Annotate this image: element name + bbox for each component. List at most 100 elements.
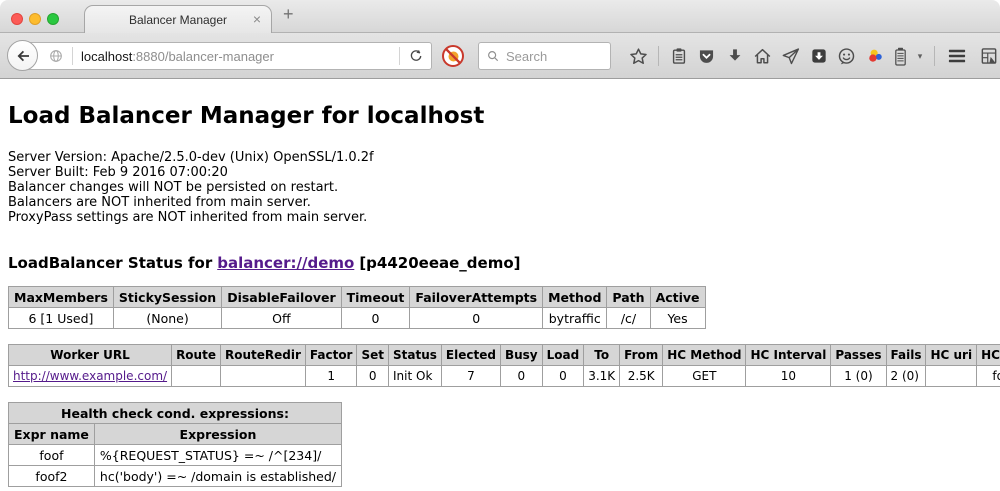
column-header: Elected (441, 345, 500, 366)
minimize-window-button[interactable] (29, 13, 41, 25)
column-header: Worker URL (9, 345, 172, 366)
column-header: Fails (886, 345, 926, 366)
battery-icon[interactable] (892, 45, 908, 67)
downloads-icon[interactable] (724, 45, 745, 67)
search-icon (486, 49, 500, 63)
tab-bar: Balancer Manager × + (0, 0, 1000, 33)
column-header: Expression (94, 424, 341, 445)
colorful-dots-icon[interactable] (864, 45, 885, 67)
search-input[interactable] (506, 49, 603, 64)
table-cell (172, 366, 221, 387)
column-header: Route (172, 345, 221, 366)
table-cell: 2.5K (620, 366, 663, 387)
table-cell: Off (222, 308, 341, 329)
url-path: :8880/balancer-manager (132, 49, 274, 64)
page-content: Load Balancer Manager for localhost Serv… (0, 79, 1000, 490)
table-cell (926, 366, 977, 387)
column-header: Active (650, 287, 705, 308)
new-tab-button[interactable]: + (283, 4, 294, 25)
worker-url-link[interactable]: http://www.example.com/ (13, 369, 167, 383)
dropdown-caret-icon[interactable]: ▾ (915, 45, 925, 67)
column-header: Method (543, 287, 607, 308)
url-bar[interactable]: localhost:8880/balancer-manager (22, 42, 432, 70)
table-title-row: Health check cond. expressions: (9, 403, 342, 424)
table-cell (220, 366, 305, 387)
navigation-toolbar: localhost:8880/balancer-manager (0, 33, 1000, 79)
table-row: 6 [1 Used] (None) Off 0 0 bytraffic /c/ … (9, 308, 706, 329)
worker-status-table: Worker URL Route RouteRedir Factor Set S… (8, 344, 1000, 387)
table-header-row: Expr name Expression (9, 424, 342, 445)
flashblock-icon[interactable] (441, 44, 465, 68)
column-header: HC Expr (977, 345, 1000, 366)
table-row: foof %{REQUEST_STATUS} =~ /^[234]/ (9, 445, 342, 466)
server-version-line: Server Version: Apache/2.5.0-dev (Unix) … (8, 150, 992, 165)
expression-cell: hc('body') =~ /domain is established/ (94, 466, 341, 487)
clipboard-icon[interactable] (668, 45, 689, 67)
column-header: Passes (831, 345, 886, 366)
column-header: FailoverAttempts (410, 287, 543, 308)
table-header-row: MaxMembers StickySession DisableFailover… (9, 287, 706, 308)
back-button[interactable] (7, 40, 38, 71)
notice-line: Balancers are NOT inherited from main se… (8, 195, 992, 210)
toolbar-divider (934, 46, 935, 66)
server-built-line: Server Built: Feb 9 2016 07:00:20 (8, 165, 992, 180)
table-header-row: Worker URL Route RouteRedir Factor Set S… (9, 345, 1000, 366)
toolbar-addons: ▾ (628, 41, 1000, 71)
column-header: Expr name (9, 424, 95, 445)
column-header: Timeout (341, 287, 410, 308)
status-heading-prefix: LoadBalancer Status for (8, 254, 212, 272)
column-header: MaxMembers (9, 287, 114, 308)
web-clipper-icon[interactable] (977, 45, 1000, 67)
table-cell: 0 (357, 366, 389, 387)
table-cell: 1 (305, 366, 357, 387)
send-plane-icon[interactable] (780, 45, 801, 67)
column-header: Factor (305, 345, 357, 366)
column-header: Path (607, 287, 650, 308)
page-title: Load Balancer Manager for localhost (8, 79, 992, 129)
table-cell: http://www.example.com/ (9, 366, 172, 387)
column-header: DisableFailover (222, 287, 341, 308)
tab-close-icon[interactable]: × (253, 11, 261, 27)
server-info: Server Version: Apache/2.5.0-dev (Unix) … (8, 150, 992, 225)
download-helper-icon[interactable] (808, 45, 829, 67)
table-cell: 3.1K (584, 366, 620, 387)
browser-tab[interactable]: Balancer Manager × (84, 5, 272, 34)
globe-icon (48, 48, 64, 64)
table-cell: 0 (410, 308, 543, 329)
table-title: Health check cond. expressions: (9, 403, 342, 424)
url-text: localhost:8880/balancer-manager (81, 49, 274, 64)
browser-window: Balancer Manager × + localhost:8880/bala… (0, 0, 1000, 491)
table-cell: 6 [1 Used] (9, 308, 114, 329)
table-cell: 0 (341, 308, 410, 329)
table-row: http://www.example.com/ 1 0 Init Ok 7 0 … (9, 366, 1000, 387)
expr-name-cell: foof2 (9, 466, 95, 487)
expr-name-cell: foof (9, 445, 95, 466)
smiley-chat-icon[interactable] (836, 45, 857, 67)
balancer-settings-table: MaxMembers StickySession DisableFailover… (8, 286, 706, 329)
table-row: foof2 hc('body') =~ /domain is establish… (9, 466, 342, 487)
column-header: From (620, 345, 663, 366)
table-cell: /c/ (607, 308, 650, 329)
status-heading-suffix: [p4420eeae_demo] (359, 254, 520, 272)
pocket-icon[interactable] (696, 45, 717, 67)
table-cell: 1 (0) (831, 366, 886, 387)
home-icon[interactable] (752, 45, 773, 67)
reload-icon[interactable] (408, 48, 424, 64)
table-cell: 0 (542, 366, 584, 387)
column-header: StickySession (113, 287, 221, 308)
menu-hamburger-icon[interactable] (944, 45, 970, 67)
column-header: To (584, 345, 620, 366)
search-bar (478, 42, 611, 70)
back-icon (14, 47, 32, 65)
column-header: Set (357, 345, 389, 366)
notice-line: Balancer changes will NOT be persisted o… (8, 180, 992, 195)
table-cell: foof2 (977, 366, 1000, 387)
close-window-button[interactable] (11, 13, 23, 25)
bookmark-star-icon[interactable] (628, 45, 649, 67)
url-host: localhost (81, 49, 132, 64)
column-header: Status (389, 345, 442, 366)
column-header: HC Interval (746, 345, 831, 366)
balancer-demo-link[interactable]: balancer://demo (217, 254, 354, 272)
notice-line: ProxyPass settings are NOT inherited fro… (8, 210, 992, 225)
zoom-window-button[interactable] (47, 13, 59, 25)
